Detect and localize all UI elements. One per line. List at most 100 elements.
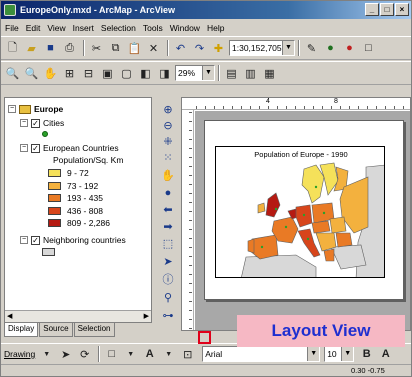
zoom-in-icon[interactable]: ⊕	[160, 103, 176, 117]
toc-layer-countries[interactable]: − ✓ European Countries	[20, 143, 119, 153]
copy-icon[interactable]: ⧉	[107, 40, 124, 57]
arctoolbox-icon[interactable]: ●	[341, 40, 358, 57]
map-scale-combo[interactable]: 1:30,152,705 ▼	[229, 40, 295, 56]
legend-swatch	[48, 181, 61, 190]
toc-layer-neighbors[interactable]: − ✓ Neighboring countries	[20, 235, 126, 245]
chevron-down-icon[interactable]: ▼	[160, 346, 177, 363]
menu-tools[interactable]: Tools	[143, 23, 163, 33]
change-layout-icon[interactable]: ▦	[261, 65, 278, 82]
toc-horizontal-scrollbar[interactable]: ◀ ▶	[5, 310, 151, 322]
layout-view-area[interactable]: 4 8 Population of Europe - 1990	[181, 97, 411, 331]
layer-visibility-checkbox[interactable]: ✓	[31, 235, 40, 245]
zoom-100-icon[interactable]: ▢	[118, 65, 135, 82]
scroll-left-icon[interactable]: ◀	[7, 312, 12, 320]
legend-class[interactable]: 73 - 192	[48, 181, 98, 191]
editor-toolbar-icon[interactable]: ✎	[303, 40, 320, 57]
chevron-down-icon[interactable]: ▼	[341, 347, 354, 361]
full-extent-icon[interactable]: ●	[160, 186, 176, 200]
menu-window[interactable]: Window	[170, 23, 200, 33]
font-size-combo[interactable]: 10 ▼	[324, 346, 355, 362]
zoom-out-icon[interactable]: ⊖	[160, 119, 176, 133]
legend-class[interactable]: 436 - 808	[48, 206, 103, 216]
print-icon[interactable]: ⎙	[61, 40, 78, 57]
menu-selection[interactable]: Selection	[101, 23, 136, 33]
forward-extent-icon[interactable]: ➡	[160, 220, 176, 234]
zoom-in-page-icon[interactable]: 🔍	[4, 65, 21, 82]
undo-icon[interactable]: ↶	[172, 40, 189, 57]
redo-icon[interactable]: ↷	[191, 40, 208, 57]
chevron-down-icon[interactable]: ▼	[202, 66, 214, 80]
pan-page-icon[interactable]: ✋	[42, 65, 59, 82]
next-extent-icon[interactable]: ◨	[156, 65, 173, 82]
pan-icon[interactable]: ✋	[160, 169, 176, 183]
text-icon[interactable]: A	[141, 346, 158, 363]
cut-icon[interactable]: ✂	[88, 40, 105, 57]
rectangle-icon[interactable]: □	[103, 346, 120, 363]
collapse-icon[interactable]: −	[8, 105, 16, 113]
minimize-button[interactable]: _	[365, 3, 379, 16]
legend-class[interactable]: 809 - 2,286	[48, 218, 110, 228]
close-button[interactable]: ×	[395, 3, 409, 16]
layer-visibility-checkbox[interactable]: ✓	[31, 118, 40, 128]
previous-extent-icon[interactable]: ◧	[137, 65, 154, 82]
fixed-zoom-in-icon[interactable]: ⁜	[160, 135, 176, 149]
font-combo[interactable]: Arial ▼	[202, 346, 321, 362]
zoom-whole-page-icon[interactable]: ▣	[99, 65, 116, 82]
layout-page[interactable]: Population of Europe - 1990	[204, 120, 404, 300]
back-extent-icon[interactable]: ⬅	[160, 203, 176, 217]
layer-visibility-checkbox[interactable]: ✓	[31, 143, 40, 153]
menu-help[interactable]: Help	[207, 23, 224, 33]
layer-name: Cities	[43, 118, 65, 128]
toc-data-frame[interactable]: − Europe	[8, 104, 63, 114]
layout-view-button-highlight[interactable]	[198, 331, 211, 344]
rotate-icon[interactable]: ⟳	[76, 346, 93, 363]
collapse-icon[interactable]: −	[20, 119, 28, 127]
menu-insert[interactable]: Insert	[73, 23, 94, 33]
new-document-icon[interactable]: 🗋	[4, 40, 21, 57]
toc-layer-cities[interactable]: − ✓ Cities	[20, 118, 64, 128]
drawing-menu[interactable]: Drawing	[4, 349, 35, 359]
font-color-button[interactable]: A	[377, 346, 394, 363]
menu-edit[interactable]: Edit	[26, 23, 41, 33]
select-features-icon[interactable]: ⬚	[160, 237, 176, 251]
legend-class[interactable]: 193 - 435	[48, 193, 103, 203]
tab-display[interactable]: Display	[4, 323, 39, 337]
tab-selection[interactable]: Selection	[73, 323, 115, 337]
legend-class-label: 809 - 2,286	[67, 218, 111, 228]
chevron-down-icon[interactable]: ▼	[282, 41, 294, 55]
collapse-icon[interactable]: −	[20, 236, 28, 244]
add-data-icon[interactable]: ✚	[210, 40, 227, 57]
bold-button[interactable]: B	[358, 346, 375, 363]
focus-data-frame-icon[interactable]: ▥	[242, 65, 259, 82]
arccatalog-icon[interactable]: ●	[322, 40, 339, 57]
save-icon[interactable]: ■	[42, 40, 59, 57]
map-data-frame[interactable]: Population of Europe - 1990	[215, 146, 385, 278]
fixed-zoom-out-icon[interactable]: ⊟	[80, 65, 97, 82]
find-icon[interactable]: ⚲	[160, 291, 176, 305]
fixed-zoom-in-icon[interactable]: ⊞	[61, 65, 78, 82]
tab-source[interactable]: Source	[39, 323, 73, 337]
scroll-right-icon[interactable]: ▶	[144, 312, 149, 320]
legend-class[interactable]: 9 - 72	[48, 168, 89, 178]
callout-icon[interactable]: ⊡	[179, 346, 196, 363]
select-elements-icon[interactable]: ➤	[57, 346, 74, 363]
zoom-out-page-icon[interactable]: 🔍	[23, 65, 40, 82]
collapse-icon[interactable]: −	[20, 144, 28, 152]
delete-icon[interactable]: ✕	[145, 40, 162, 57]
open-folder-icon[interactable]: ▰	[23, 40, 40, 57]
chevron-down-icon[interactable]: ▼	[38, 346, 55, 363]
layout-zoom-combo[interactable]: 29% ▼	[175, 65, 215, 81]
fixed-zoom-out-icon[interactable]: ⁙	[160, 151, 176, 165]
measure-icon[interactable]: ⊶	[160, 309, 176, 323]
toggle-draft-icon[interactable]: ▤	[223, 65, 240, 82]
chevron-down-icon[interactable]: ▼	[307, 347, 320, 361]
command-line-icon[interactable]: □	[360, 40, 377, 57]
chevron-down-icon[interactable]: ▼	[122, 346, 139, 363]
paste-icon[interactable]: 📋	[126, 40, 143, 57]
select-elements-icon[interactable]: ➤	[160, 255, 176, 269]
identify-icon[interactable]: ⓘ	[160, 273, 176, 287]
menu-file[interactable]: File	[5, 23, 19, 33]
arcmap-app-icon[interactable]	[4, 4, 16, 16]
maximize-button[interactable]: □	[380, 3, 394, 16]
menu-view[interactable]: View	[47, 23, 65, 33]
